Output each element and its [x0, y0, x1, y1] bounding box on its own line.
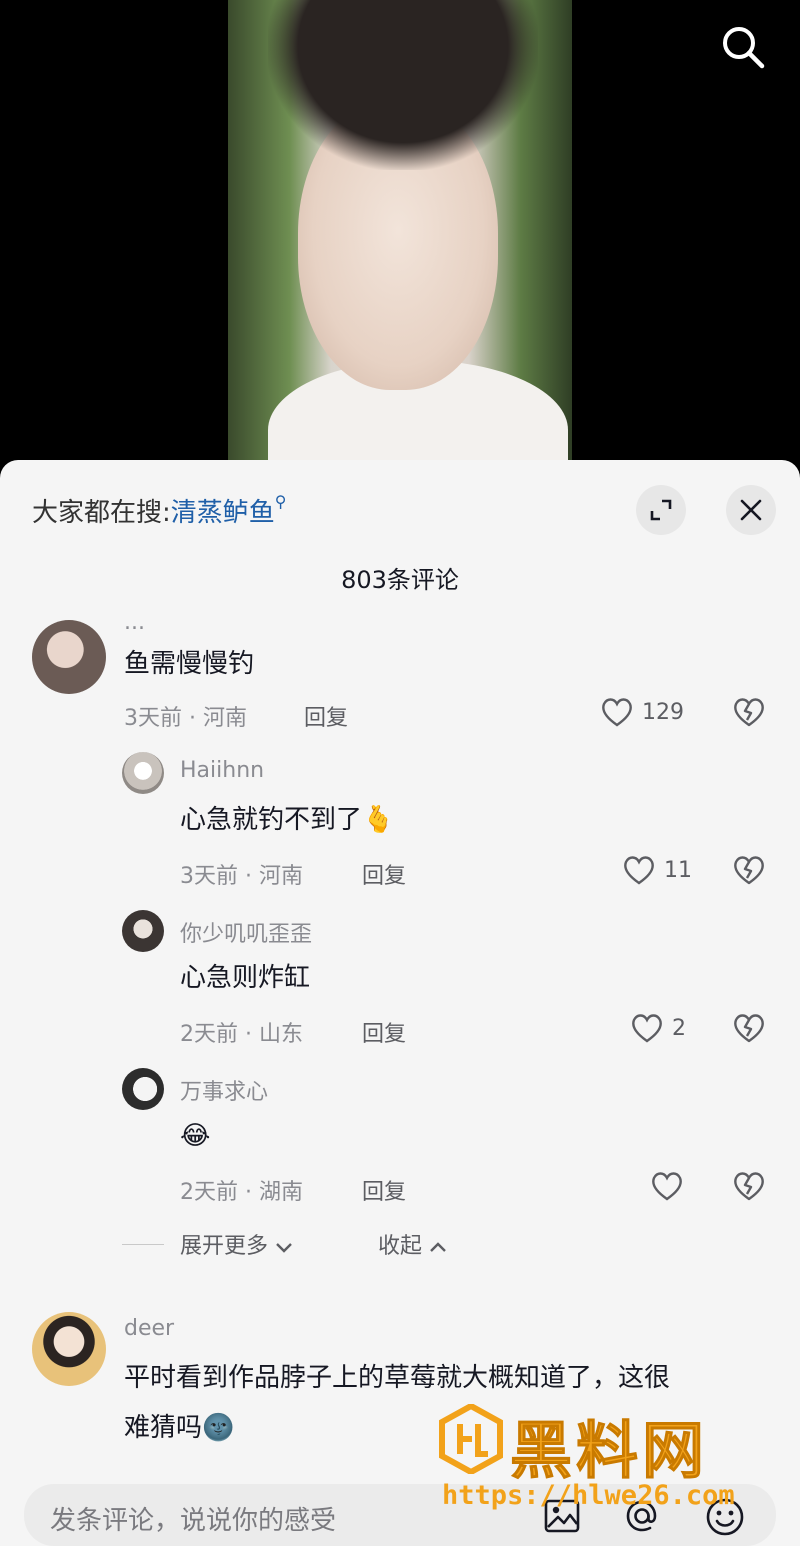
- collapse-button[interactable]: 收起: [378, 1228, 447, 1260]
- comment-input-placeholder[interactable]: 发条评论，说说你的感受: [50, 1500, 336, 1537]
- comment-sheet: 大家都在搜:清蒸鲈鱼⚲ 803条评论 ... 鱼需慢慢钓 3天前 · 河南 回复…: [0, 460, 800, 1546]
- comment-input[interactable]: 发条评论，说说你的感受: [24, 1484, 776, 1546]
- trending-search-keyword[interactable]: 清蒸鲈鱼: [171, 498, 275, 528]
- expand-icon: [650, 499, 672, 521]
- smiley-icon[interactable]: [704, 1496, 746, 1542]
- comment-text-body: 心急就钓不到了: [180, 805, 363, 835]
- comment-sheet-header: 大家都在搜:清蒸鲈鱼⚲ 803条评论: [0, 460, 800, 600]
- dislike-button[interactable]: [732, 1012, 766, 1048]
- thread-divider: [122, 1244, 164, 1245]
- avatar[interactable]: [122, 752, 164, 794]
- like-count: 2: [672, 1015, 686, 1041]
- like-button[interactable]: 129: [600, 696, 684, 728]
- comment-text-body: 难猜吗: [124, 1413, 203, 1443]
- comment-meta: 2天前 · 山东: [180, 1022, 303, 1047]
- reply-button[interactable]: 回复: [362, 1016, 406, 1048]
- comment-username[interactable]: Haiihnn: [180, 758, 264, 783]
- comment-meta: 2天前 · 湖南: [180, 1180, 303, 1205]
- heart-icon: [632, 1014, 662, 1043]
- comment-input-bar: 发条评论，说说你的感受: [0, 1472, 800, 1546]
- comment-username[interactable]: 你少叽叽歪歪: [180, 916, 312, 948]
- comment-username[interactable]: ...: [124, 610, 145, 635]
- close-button[interactable]: [726, 485, 776, 535]
- reply-item: 你少叽叽歪歪 心急则炸缸 2天前 · 山东 回复 2: [0, 910, 800, 1060]
- comment-emoji: 😂: [180, 1121, 211, 1151]
- thread-controls: 展开更多 收起: [0, 1228, 800, 1264]
- comment-username[interactable]: deer: [124, 1316, 174, 1341]
- comment-item: deer 平时看到作品脖子上的草莓就大概知道了，这很 难猜吗🌚: [0, 1310, 800, 1470]
- trending-search[interactable]: 大家都在搜:清蒸鲈鱼⚲: [32, 492, 287, 529]
- like-button[interactable]: 2: [630, 1012, 686, 1044]
- reply-button[interactable]: 回复: [304, 700, 348, 732]
- search-small-icon: ⚲: [274, 492, 287, 511]
- like-button[interactable]: 11: [622, 854, 692, 886]
- broken-heart-icon: [734, 1172, 764, 1201]
- video-hair: [268, 0, 538, 170]
- heart-icon: [652, 1172, 682, 1201]
- reply-button[interactable]: 回复: [362, 1174, 406, 1206]
- comment-text-line-2: 难猜吗🌚: [124, 1406, 234, 1450]
- comment-text: 心急则炸缸: [180, 963, 311, 993]
- comment-text: 心急就钓不到了🫰: [180, 798, 394, 842]
- trending-search-prefix: 大家都在搜:: [32, 498, 171, 528]
- like-button[interactable]: [650, 1170, 684, 1202]
- comment-meta: 3天前 · 河南: [124, 706, 247, 731]
- collapse-label: 收起: [378, 1234, 423, 1259]
- moon-face-emoji: 🌚: [202, 1413, 235, 1443]
- chevron-up-icon: [430, 1242, 446, 1252]
- reply-button[interactable]: 回复: [362, 858, 406, 890]
- dislike-button[interactable]: [732, 696, 766, 732]
- comment-item: ... 鱼需慢慢钓 3天前 · 河南 回复 129: [0, 610, 800, 750]
- comment-count: 803条评论: [341, 566, 459, 594]
- video-frame: [228, 0, 572, 470]
- avatar[interactable]: [122, 910, 164, 952]
- search-icon[interactable]: [718, 22, 766, 70]
- video-player[interactable]: [0, 0, 800, 470]
- heart-icon: [602, 698, 632, 727]
- comment-username[interactable]: 万事求心: [180, 1074, 268, 1106]
- reply-item: Haiihnn 心急就钓不到了🫰 3天前 · 河南 回复 11: [0, 752, 800, 902]
- chevron-down-icon: [276, 1243, 292, 1253]
- avatar[interactable]: [32, 1312, 106, 1386]
- image-icon[interactable]: [542, 1496, 582, 1540]
- reply-item: 万事求心 😂 2天前 · 湖南 回复: [0, 1068, 800, 1218]
- at-icon[interactable]: [622, 1496, 662, 1540]
- avatar[interactable]: [32, 620, 106, 694]
- dislike-button[interactable]: [732, 854, 766, 890]
- broken-heart-icon: [734, 856, 764, 885]
- close-icon: [740, 499, 762, 521]
- avatar[interactable]: [122, 1068, 164, 1110]
- like-count: 129: [642, 699, 684, 725]
- broken-heart-icon: [734, 698, 764, 727]
- expand-button[interactable]: [636, 485, 686, 535]
- comment-meta: 3天前 · 河南: [180, 864, 303, 889]
- heart-icon: [624, 856, 654, 885]
- like-count: 11: [664, 857, 692, 883]
- dislike-button[interactable]: [732, 1170, 766, 1206]
- broken-heart-icon: [734, 1014, 764, 1043]
- comment-text-line-1: 平时看到作品脖子上的草莓就大概知道了，这很: [124, 1363, 671, 1393]
- comment-text: 鱼需慢慢钓: [124, 649, 255, 679]
- expand-more-button[interactable]: 展开更多: [180, 1228, 293, 1260]
- finger-heart-emoji: 🫰: [362, 805, 395, 835]
- expand-more-label: 展开更多: [180, 1234, 269, 1259]
